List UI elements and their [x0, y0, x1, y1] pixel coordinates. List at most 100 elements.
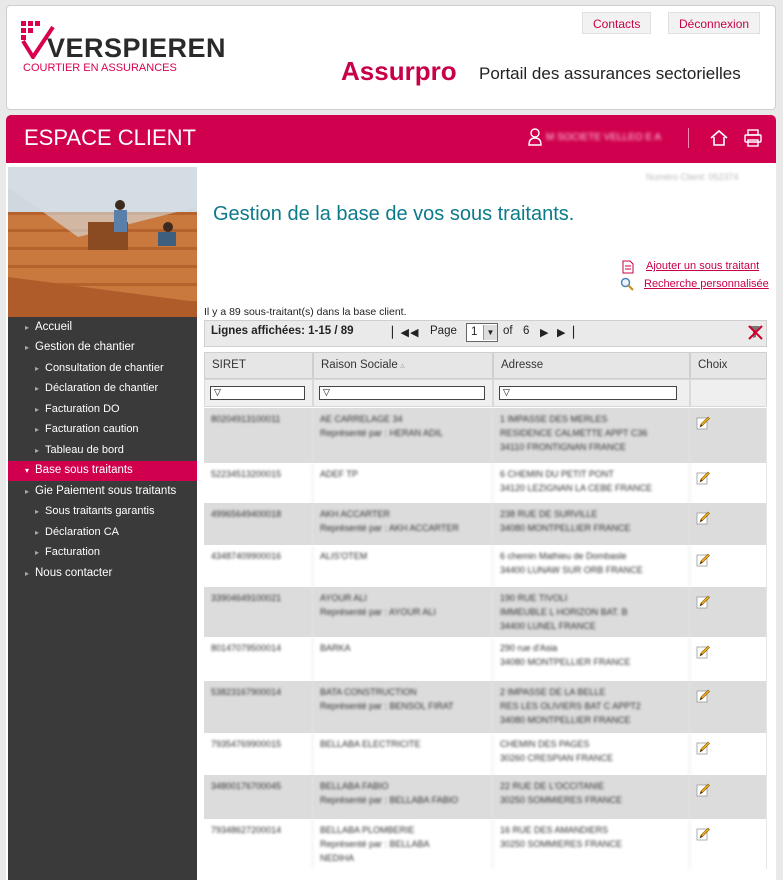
cell-line: 30260 CRESPIAN FRANCE: [500, 753, 614, 763]
sidebar-item-declaration-ca[interactable]: ▸ Déclaration CA: [8, 523, 197, 543]
espace-client-band: ESPACE CLIENT M SOCIETE VELLEO E A: [6, 115, 776, 163]
sidebar-item-label: Nous contacter: [35, 567, 113, 579]
table-row[interactable]: 49965649400018 AKH ACCARTER Représenté par…: [204, 503, 767, 545]
table-row[interactable]: 33904649100021 AYOUR ALI Représenté par : …: [204, 587, 767, 637]
col-header-choix: Choix: [690, 352, 767, 379]
table-row[interactable]: 34800176700045 BELLABA FABIO Représenté pa…: [204, 775, 767, 819]
edit-pencil-icon[interactable]: [696, 511, 710, 525]
construction-hero-image: [8, 167, 197, 317]
cell-line: 33904649100021: [211, 593, 282, 603]
col-header-raison-sociale[interactable]: Raison Sociale ▵: [313, 352, 493, 379]
cell-line: 30250 SOMMIERES FRANCE: [500, 839, 623, 849]
contacts-link[interactable]: Contacts: [582, 12, 652, 34]
cell-adresse: CHEMIN DES PAGES 30260 CRESPIAN FRANCE: [493, 733, 690, 775]
site-header: VERSPIEREN COURTIER EN ASSURANCES Contac…: [6, 5, 776, 110]
cell-line: 190 RUE TIVOLI: [500, 593, 568, 603]
filter-cell-raison: ▽: [313, 379, 493, 407]
cell-adresse: 1 IMPASSE DES MERLES RESIDENCE CALMETTE A…: [493, 408, 690, 463]
edit-pencil-icon[interactable]: [696, 645, 710, 659]
cell-line: 6 chemin Mathieu de Dombasle: [500, 551, 627, 561]
home-icon[interactable]: [708, 127, 730, 149]
cell-choix: [690, 733, 767, 775]
prev-page-icon[interactable]: ◀: [410, 326, 418, 339]
cell-line: 79348627200014: [211, 825, 282, 835]
sidebar-item-tableau-de-bord[interactable]: ▸ Tableau de bord: [8, 441, 197, 461]
last-page-icon[interactable]: ▶▕: [557, 326, 574, 339]
clear-filter-icon[interactable]: [747, 324, 763, 340]
cell-adresse: 16 RUE DES AMANDIERS 30250 SOMMIERES FRAN…: [493, 819, 690, 869]
sidebar-item-label: Facturation: [45, 546, 101, 558]
cell-raison: AKH ACCARTER Représenté par : AKH ACCARTE…: [313, 503, 493, 545]
magnifier-icon: [620, 277, 634, 291]
cell-line: BARKA: [320, 643, 351, 653]
sidebar-item-base-sous-traitants[interactable]: ▾ Base sous traitants: [8, 461, 197, 481]
edit-pencil-icon[interactable]: [696, 471, 710, 485]
print-icon[interactable]: [742, 127, 764, 149]
siret-filter-input[interactable]: ▽: [210, 386, 305, 400]
cell-siret: 80147079500014: [204, 637, 313, 681]
raison-filter-input[interactable]: ▽: [319, 386, 485, 400]
edit-pencil-icon[interactable]: [696, 553, 710, 567]
sidebar-item-facturation-do[interactable]: ▸ Facturation DO: [8, 400, 197, 420]
table-row[interactable]: 80147079500014 BARKA 290 rue d'Asia 34080 M…: [204, 637, 767, 681]
sidebar-item-sous-traitants-garantis[interactable]: ▸ Sous traitants garantis: [8, 502, 197, 522]
first-page-icon[interactable]: ▏◀: [392, 326, 409, 339]
page-select[interactable]: 1 ▼: [466, 323, 498, 342]
cell-line: 34400 LUNEL FRANCE: [500, 621, 596, 631]
user-icon: [528, 128, 542, 146]
table-row[interactable]: 79348627200014 BELLABA PLOMBERIE Représent…: [204, 819, 767, 869]
edit-pencil-icon[interactable]: [696, 689, 710, 703]
edit-pencil-icon[interactable]: [696, 741, 710, 755]
table-row[interactable]: 79354769900015 BELLABA ELECTRICITE CHEMIN …: [204, 733, 767, 775]
cell-adresse: 238 RUE DE SURVILLE 34080 MONTPELLIER FRA…: [493, 503, 690, 545]
cell-adresse: 6 chemin Mathieu de Dombasle 34400 LUNAW …: [493, 545, 690, 587]
cell-choix: [690, 819, 767, 869]
col-header-siret[interactable]: SIRET: [204, 352, 313, 379]
adresse-filter-input[interactable]: ▽: [499, 386, 677, 400]
user-name[interactable]: M SOCIETE VELLEO E A: [546, 132, 661, 143]
advanced-search-link[interactable]: Recherche personnalisée: [644, 278, 769, 290]
cell-line: 34110 FRONTIGNAN FRANCE: [500, 442, 626, 452]
edit-pencil-icon[interactable]: [696, 416, 710, 430]
table-row[interactable]: 43487409900016 ALIS'OTEM 6 chemin Mathieu …: [204, 545, 767, 587]
edit-pencil-icon[interactable]: [696, 783, 710, 797]
cell-raison: AYOUR ALI Représenté par : AYOUR ALI: [313, 587, 493, 637]
next-page-icon[interactable]: ▶: [540, 326, 548, 339]
page-label: Page: [430, 325, 457, 337]
table-row[interactable]: 80204913100011 AE CARRELAGE 34 Représenté …: [204, 408, 767, 463]
cell-line: AKH ACCARTER: [320, 509, 390, 519]
sidebar-item-consultation-chantier[interactable]: ▸ Consultation de chantier: [8, 359, 197, 379]
sidebar-item-facturation[interactable]: ▸ Facturation: [8, 543, 197, 563]
sidebar-item-facturation-caution[interactable]: ▸ Facturation caution: [8, 420, 197, 440]
site-name: Assurpro: [341, 56, 457, 86]
sidebar-item-accueil[interactable]: ▸ Accueil: [8, 318, 197, 338]
sidebar-item-label: Tableau de bord: [45, 444, 124, 456]
cell-line: 16 RUE DES AMANDIERS: [500, 825, 609, 835]
edit-pencil-icon[interactable]: [696, 827, 710, 841]
sidebar-item-nous-contacter[interactable]: ▸ Nous contacter: [8, 564, 197, 584]
logout-link[interactable]: Déconnexion: [668, 12, 761, 34]
cell-raison: BELLABA ELECTRICITE: [313, 733, 493, 775]
col-header-label: Raison Sociale: [321, 359, 398, 371]
table-row[interactable]: 52234513200015 ADEF TP 6 CHEMIN DU PETIT P…: [204, 463, 767, 503]
cell-line: 34080 MONTPELLIER FRANCE: [500, 523, 631, 533]
cell-line: RES LES OLIVIERS BAT C APPT2: [500, 701, 641, 711]
cell-siret: 49965649400018: [204, 503, 313, 545]
band-separator: [688, 128, 689, 148]
sidebar-item-label: Consultation de chantier: [45, 362, 164, 374]
sidebar-item-declaration-chantier[interactable]: ▸ Déclaration de chantier: [8, 379, 197, 399]
cell-line: 80204913100011: [211, 414, 281, 424]
cell-line: 34080 MONTPELLIER FRANCE: [500, 657, 631, 667]
cell-choix: [690, 408, 767, 463]
col-header-adresse[interactable]: Adresse: [493, 352, 690, 379]
cell-siret: 80204913100011: [204, 408, 313, 463]
add-subcontractor-link[interactable]: Ajouter un sous traitant: [646, 260, 759, 272]
sidebar-item-gestion-chantier[interactable]: ▸ Gestion de chantier: [8, 338, 197, 358]
cell-line: BELLABA FABIO: [320, 781, 389, 791]
edit-pencil-icon[interactable]: [696, 595, 710, 609]
sidebar-item-gie-paiement[interactable]: ▸ Gie Paiement sous traitants: [8, 482, 197, 502]
table-row[interactable]: 53823167900014 BATA CONSTRUCTION Représent…: [204, 681, 767, 733]
sidebar-item-label: Sous traitants garantis: [45, 505, 155, 517]
cell-choix: [690, 545, 767, 587]
cell-raison: BELLABA PLOMBERIE Représenté par : BELLAB…: [313, 819, 493, 869]
